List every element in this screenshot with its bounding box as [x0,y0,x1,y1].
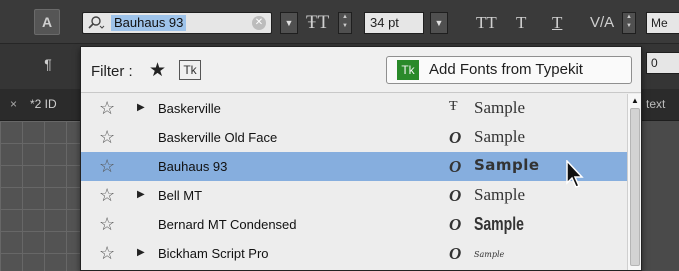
mouse-pointer-icon [566,160,584,188]
all-caps-button[interactable]: TT [476,13,497,33]
favorite-star-icon[interactable]: ☆ [99,243,115,264]
underline-button[interactable]: T [552,13,562,33]
tracking-field[interactable]: 0 [646,52,679,74]
font-type-icon: O [449,215,462,234]
scroll-up-arrow-icon[interactable]: ▲ [631,96,639,105]
favorite-star-icon[interactable]: ☆ [99,98,115,119]
font-family-dropdown-button[interactable]: ▼ [280,12,298,34]
favorite-star-icon[interactable]: ☆ [99,214,115,235]
font-list-item[interactable]: ☆ Bernard MT Condensed O Sample [81,210,627,239]
font-list-item[interactable]: ☆ ▶ Bickham Script Pro O Sample [81,239,627,268]
font-type-icon: O [449,186,462,205]
font-size-field[interactable]: 34 pt [364,12,424,34]
font-name: Bell MT [158,188,203,203]
font-name: Bauhaus 93 [158,159,228,174]
add-fonts-from-typekit-button[interactable]: Tk Add Fonts from Typekit [386,56,632,84]
font-menu: Filter : ★ Tk Tk Add Fonts from Typekit … [80,46,642,271]
clear-icon[interactable]: ✕ [252,16,266,30]
font-size-dropdown-button[interactable]: ▼ [430,12,448,34]
canvas-edge [640,121,679,271]
font-list-item[interactable]: ☆ ▶ Baskerville Ŧ Sample [81,94,627,123]
font-sample: Sample [474,98,525,117]
typekit-button-label: Add Fonts from Typekit [429,61,583,78]
font-list-item[interactable]: ☆ Baskerville Old Face O Sample [81,123,627,152]
kerning-icon: V/A [590,14,615,31]
typekit-filter-button[interactable]: Tk [179,60,201,80]
expand-arrow-icon[interactable]: ▶ [137,189,145,200]
favorite-star-icon[interactable]: ☆ [99,156,115,177]
font-sample: Sample [474,156,540,174]
paragraph-formatting-button[interactable]: ¶ [38,54,58,74]
font-list-scrollbar[interactable]: ▲ [627,94,641,270]
font-sample: Sample [474,185,525,204]
font-name: Bernard MT Condensed [158,217,297,232]
filter-row: Filter : ★ Tk Tk Add Fonts from Typekit [81,47,641,93]
favorite-star-icon[interactable]: ☆ [99,185,115,206]
character-formatting-button[interactable]: A [34,9,60,35]
font-family-field[interactable]: Bauhaus 93 ✕ [82,12,272,34]
font-sample: Sample [474,250,505,259]
font-type-icon: O [449,128,462,147]
superscript-button[interactable]: T [516,13,526,33]
font-list-item[interactable]: ☆ ▶ Bell MT O Sample [81,181,627,210]
font-name: Bickham Script Pro [158,246,269,261]
font-family-value: Bauhaus 93 [111,15,187,31]
font-type-icon: O [449,157,462,176]
kerning-method-field[interactable]: Me [646,12,679,34]
favorite-star-icon[interactable]: ☆ [99,127,115,148]
document-tab[interactable]: *2 ID [30,97,57,111]
typekit-logo-icon: Tk [397,60,419,80]
filter-label: Filter : [91,63,133,80]
font-type-icon: Ŧ [449,99,458,114]
expand-arrow-icon[interactable]: ▶ [137,247,145,258]
document-tab-right[interactable]: text [646,97,665,111]
font-name: Baskerville Old Face [158,130,278,145]
font-name: Baskerville [158,101,221,116]
font-sample: Sample [474,214,524,234]
search-icon [87,15,109,31]
favorites-filter-star-icon[interactable]: ★ [149,59,166,82]
font-sample: Sample [474,127,525,146]
expand-arrow-icon[interactable]: ▶ [137,102,145,113]
font-size-icon: ŦT [306,12,330,33]
close-tab-icon[interactable]: × [10,97,17,111]
scroll-thumb[interactable] [630,108,640,266]
font-size-stepper[interactable]: ▲ ▼ [338,12,352,34]
font-list-item[interactable]: ☆ Bauhaus 93 O Sample [81,152,627,181]
kerning-stepper[interactable]: ▲ ▼ [622,12,636,34]
font-type-icon: O [449,244,462,263]
